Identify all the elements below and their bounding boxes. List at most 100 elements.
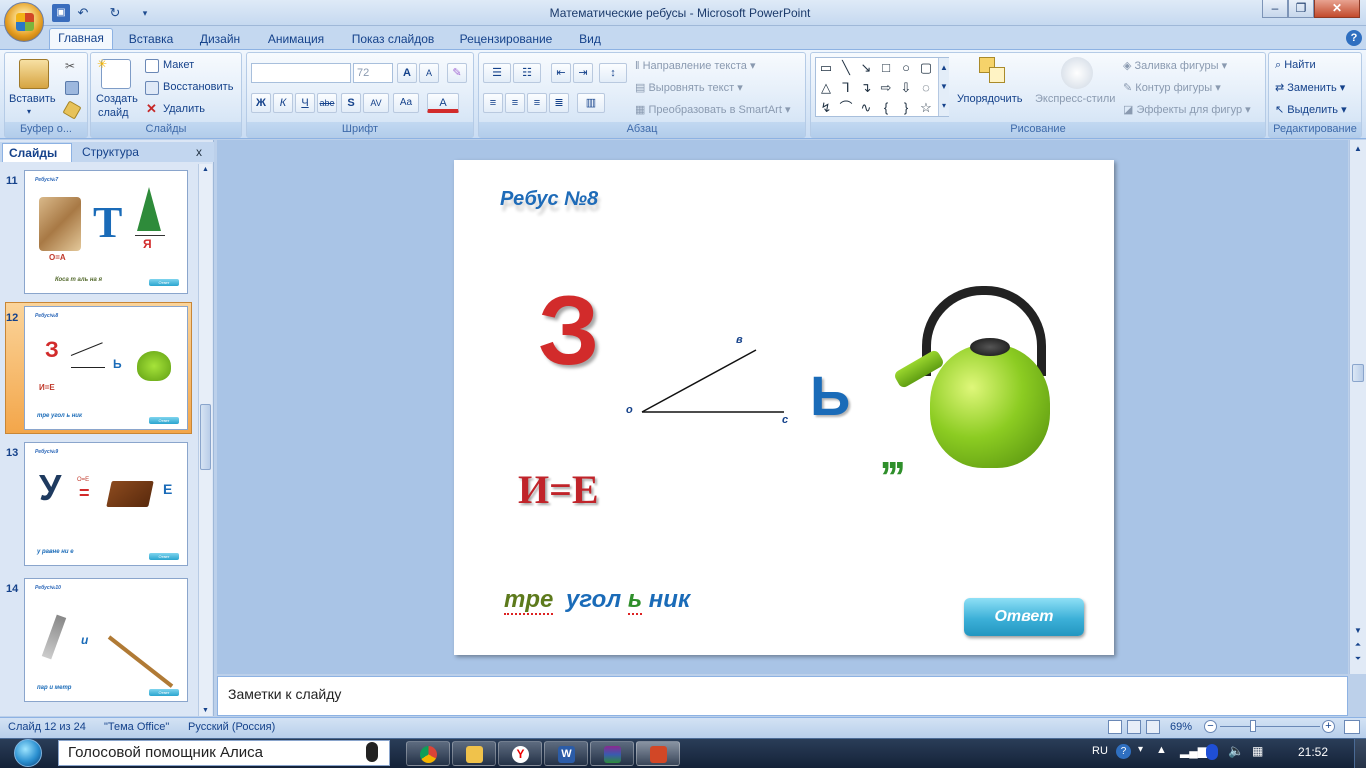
scroll-up-icon[interactable]: ▲ bbox=[200, 166, 211, 173]
decrease-indent-icon[interactable]: ⇤ bbox=[551, 63, 571, 83]
notes-pane[interactable] bbox=[217, 676, 1348, 716]
signal-icon[interactable]: ▂▄▆ bbox=[1180, 744, 1207, 758]
arrange-icon[interactable] bbox=[979, 57, 1007, 85]
align-text-button[interactable]: ▤ Выровнять текст ▾ bbox=[635, 81, 743, 94]
text-direction-button[interactable]: ‖ Направление текста ▾ bbox=[635, 59, 755, 72]
status-language[interactable]: Русский (Россия) bbox=[188, 721, 275, 733]
font-color-button[interactable]: A bbox=[427, 93, 459, 113]
elbow-connector-icon[interactable]: ⅂ bbox=[838, 80, 854, 96]
elbow-arrow-icon[interactable]: ↴ bbox=[858, 80, 874, 96]
paste-icon[interactable] bbox=[19, 59, 49, 89]
right-brace-icon[interactable]: } bbox=[898, 100, 914, 116]
slide-thumbnail-13[interactable]: Ребус№9 У О=Е = Е у равне ни е Ответ bbox=[24, 442, 188, 566]
scroll-down-icon[interactable]: ▼ bbox=[1352, 626, 1364, 635]
taskbar-winrar[interactable] bbox=[590, 741, 634, 766]
slideshow-view-icon[interactable] bbox=[1146, 720, 1160, 734]
assistant-label[interactable]: Голосовой помощник Алиса bbox=[68, 744, 263, 761]
tray-language[interactable]: RU bbox=[1092, 745, 1108, 757]
taskbar-powerpoint[interactable] bbox=[636, 741, 680, 766]
quick-styles-button[interactable]: Экспресс-стили bbox=[1035, 93, 1115, 105]
find-button[interactable]: ⌕ Найти bbox=[1275, 59, 1316, 72]
network-icon[interactable]: ▦ bbox=[1252, 744, 1263, 758]
rounded-rect-icon[interactable]: ▢ bbox=[918, 60, 934, 76]
slide-sorter-icon[interactable] bbox=[1127, 720, 1141, 734]
big-letter-z[interactable]: З bbox=[538, 280, 599, 380]
spacing-button[interactable]: AV bbox=[363, 93, 389, 113]
tray-clock[interactable]: 21:52 bbox=[1298, 745, 1328, 759]
font-name-field[interactable] bbox=[251, 63, 351, 83]
tab-view[interactable]: Вид bbox=[570, 30, 610, 50]
tray-chevron-icon[interactable]: ▾ bbox=[1138, 744, 1143, 755]
undo-icon[interactable]: ↶ bbox=[74, 4, 92, 22]
show-desktop-button[interactable] bbox=[1354, 739, 1366, 768]
prev-slide-icon[interactable]: ⏶ bbox=[1352, 640, 1364, 650]
italic-button[interactable]: К bbox=[273, 93, 293, 113]
tab-review[interactable]: Рецензирование bbox=[454, 30, 558, 50]
bluetooth-icon[interactable] bbox=[1206, 744, 1218, 760]
reset-button[interactable]: Восстановить bbox=[163, 81, 233, 93]
tab-design[interactable]: Дизайн bbox=[192, 30, 248, 50]
normal-view-icon[interactable] bbox=[1108, 720, 1122, 734]
strike-button[interactable]: abe bbox=[317, 93, 337, 113]
answer-button[interactable]: Ответ bbox=[964, 598, 1084, 636]
scroll-up-icon[interactable]: ▲ bbox=[1352, 144, 1364, 153]
font-size-field[interactable]: 72 bbox=[353, 63, 393, 83]
help-icon[interactable]: ? bbox=[1346, 30, 1362, 46]
slides-pane-scrollbar[interactable]: ▲ ▼ bbox=[198, 164, 212, 716]
freeform-icon[interactable]: ∿ bbox=[858, 100, 874, 116]
grow-font-button[interactable]: A bbox=[397, 63, 417, 83]
minimize-button[interactable]: – bbox=[1262, 0, 1288, 18]
zoom-slider-thumb[interactable] bbox=[1250, 720, 1256, 732]
tab-animation[interactable]: Анимация bbox=[260, 30, 332, 50]
curve-arrow-icon[interactable]: ↯ bbox=[818, 100, 834, 116]
angle-figure[interactable] bbox=[614, 330, 794, 430]
copy-icon[interactable] bbox=[65, 81, 79, 95]
start-button[interactable] bbox=[6, 738, 54, 768]
shadow-button[interactable]: S bbox=[341, 93, 361, 113]
scroll-thumb[interactable] bbox=[200, 404, 211, 470]
scroll-thumb[interactable] bbox=[1352, 364, 1364, 382]
justify-icon[interactable]: ≣ bbox=[549, 93, 569, 113]
line-spacing-icon[interactable]: ↕ bbox=[599, 63, 627, 83]
zoom-slider-track[interactable] bbox=[1220, 726, 1320, 727]
zoom-in-icon[interactable]: + bbox=[1322, 720, 1335, 733]
bold-button[interactable]: Ж bbox=[251, 93, 271, 113]
zoom-level[interactable]: 69% bbox=[1170, 721, 1192, 733]
shapes-gallery[interactable]: ▭ ╲ ↘ □ ○ ▢ △ ⅂ ↴ ⇨ ⇩ ◌ ↯ ⌒ ∿ { } ☆ ▲ ▼ ▾ bbox=[815, 57, 949, 117]
tab-outline[interactable]: Структура bbox=[76, 143, 145, 162]
align-left-icon[interactable]: ≡ bbox=[483, 93, 503, 113]
clear-format-icon[interactable]: ✎ bbox=[447, 63, 467, 83]
star-shape-icon[interactable]: ☆ bbox=[918, 100, 934, 116]
shape-outline-button[interactable]: ✎ Контур фигуры ▾ bbox=[1123, 81, 1221, 94]
change-case-button[interactable]: Aa bbox=[393, 93, 419, 113]
restore-button[interactable]: ❐ bbox=[1288, 0, 1314, 18]
align-center-icon[interactable]: ≡ bbox=[505, 93, 525, 113]
paste-button[interactable]: Вставить bbox=[9, 93, 56, 105]
new-slide-button-line2[interactable]: слайд bbox=[98, 107, 129, 119]
columns-icon[interactable]: ▥ bbox=[577, 93, 605, 113]
office-button[interactable] bbox=[4, 2, 44, 42]
volume-icon[interactable]: 🔈 bbox=[1228, 743, 1244, 759]
underline-button[interactable]: Ч bbox=[295, 93, 315, 113]
quote-marks[interactable]: ,,, bbox=[880, 435, 905, 475]
save-icon[interactable]: ▣ bbox=[52, 4, 70, 22]
fit-to-window-icon[interactable] bbox=[1344, 720, 1360, 734]
tray-expand-icon[interactable]: ▲ bbox=[1156, 744, 1167, 756]
numbering-icon[interactable]: ☷ bbox=[513, 63, 541, 83]
equation-i-e[interactable]: И=Е bbox=[518, 466, 599, 513]
align-right-icon[interactable]: ≡ bbox=[527, 93, 547, 113]
left-brace-icon[interactable]: { bbox=[878, 100, 894, 116]
increase-indent-icon[interactable]: ⇥ bbox=[573, 63, 593, 83]
slide-thumbnail-11[interactable]: Ребус№7 Т Я О=А Коса т аль на я Ответ bbox=[24, 170, 188, 294]
bullets-icon[interactable]: ☰ bbox=[483, 63, 511, 83]
scroll-down-icon[interactable]: ▼ bbox=[200, 707, 211, 714]
tab-home[interactable]: Главная bbox=[49, 28, 113, 50]
triangle-shape-icon[interactable]: △ bbox=[818, 80, 834, 96]
notes-placeholder[interactable]: Заметки к слайду bbox=[228, 686, 341, 702]
cut-icon[interactable]: ✂ bbox=[65, 59, 75, 73]
quick-styles-icon[interactable] bbox=[1061, 57, 1093, 89]
down-arrow-icon[interactable]: ⇩ bbox=[898, 80, 914, 96]
arrange-button[interactable]: Упорядочить bbox=[957, 93, 1022, 105]
shape-fill-button[interactable]: ◈ Заливка фигуры ▾ bbox=[1123, 59, 1227, 72]
delete-button[interactable]: Удалить bbox=[163, 103, 205, 115]
